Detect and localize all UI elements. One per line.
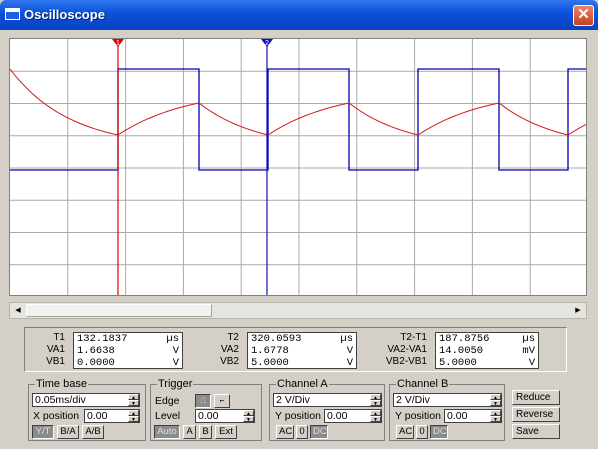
title-bar[interactable]: Oscilloscope ✕ [0,0,598,30]
channel-a-zero-button[interactable]: 0 [296,425,308,439]
channel-a-ypos-input[interactable]: 0.00 ▲ ▼ [324,409,382,423]
channel-a-ypos-label: Y position [275,410,321,422]
reverse-button[interactable]: Reverse [512,407,560,422]
measurement-panel: T1 VA1 VB1 132.1837 µs 1.6638 V 0.0000 V T2… [24,327,567,372]
dva-value: 14.0050 [439,345,484,357]
scroll-left-arrow-icon[interactable]: ◀ [10,303,26,318]
oscilloscope-window: Oscilloscope ✕ 12 ◀ ▶ T1 VA1 VB1 132.183… [0,0,598,449]
timebase-down-icon[interactable]: ▼ [128,400,139,407]
va1-unit: V [172,345,179,357]
vb2-value: 5.0000 [251,357,289,369]
channel-a-scale-select[interactable]: 2 V/Div ▲ ▼ [273,393,382,407]
cursor1-readout: T1 VA1 VB1 132.1837 µs 1.6638 V 0.0000 V [31,332,201,369]
channel-b-scale-down-icon[interactable]: ▼ [490,400,501,407]
dvb-unit: V [528,357,535,369]
t2-label: T2 [227,332,239,343]
timebase-group: Time base 0.05ms/div ▲ ▼ X position 0.00 … [28,378,146,441]
va1-value: 1.6638 [77,345,115,357]
t1-value: 132.1837 [77,333,128,345]
xpos-down-icon[interactable]: ▼ [128,416,139,423]
channel-a-ypos-value: 0.00 [327,410,348,422]
waveform-display: 12 [10,39,586,295]
difference-readout: T2-T1 VA2-VA1 VB2-VB1 187.8756 µs 14.0050… [377,332,562,369]
channel-b-zero-button[interactable]: 0 [416,425,428,439]
channel-b-ypos-down-icon[interactable]: ▼ [490,416,501,423]
level-down-icon[interactable]: ▼ [243,416,254,423]
edge-label: Edge [155,395,180,407]
xpos-input[interactable]: 0.00 ▲ ▼ [84,409,140,423]
vb1-value: 0.0000 [77,357,115,369]
channel-a-ac-button[interactable]: AC [276,425,294,439]
save-button[interactable]: Save [512,424,560,439]
rising-edge-icon[interactable]: ⎍ [195,394,211,408]
t1-label: T1 [53,332,65,343]
dt-unit: µs [522,333,535,345]
channel-b-ypos-label: Y position [395,410,441,422]
channel-b-ypos-input[interactable]: 0.00 ▲ ▼ [444,409,502,423]
va1-label: VA1 [46,344,65,355]
dvb-label: VB2-VB1 [385,356,427,367]
va2-label: VA2 [220,344,239,355]
trigger-group: Trigger Edge ⎍ ⌐ Level 0.00 ▲ ▼ Auto A B … [150,378,262,441]
trigger-legend: Trigger [157,378,194,390]
channel-a-scale-down-icon[interactable]: ▼ [370,400,381,407]
channel-a-group: Channel A 2 V/Div ▲ ▼ Y position 0.00 ▲ ▼ … [269,378,385,441]
vb2-unit: V [346,357,353,369]
ba-mode-button[interactable]: B/A [57,425,79,439]
channel-a-legend: Channel A [276,378,329,390]
vb2-label: VB2 [220,356,239,367]
channel-b-dc-button[interactable]: DC [430,425,448,439]
window-title: Oscilloscope [24,7,105,22]
channel-b-ypos-value: 0.00 [447,410,468,422]
trigger-ext-button[interactable]: Ext [215,425,237,439]
va2-value: 1.6778 [251,345,289,357]
cursor-1-label: 1 [116,40,120,47]
yt-mode-button[interactable]: Y/T [32,425,54,439]
dt-label: T2-T1 [400,332,427,343]
xpos-value: 0.00 [87,410,108,422]
reduce-button[interactable]: Reduce [512,390,560,405]
t2-unit: µs [340,333,353,345]
timebase-select[interactable]: 0.05ms/div ▲ ▼ [32,393,140,407]
trigger-auto-button[interactable]: Auto [154,425,180,439]
horizontal-scrollbar[interactable]: ◀ ▶ [9,302,587,319]
channel-b-ac-button[interactable]: AC [396,425,414,439]
oscilloscope-screen[interactable]: 12 [9,38,587,296]
dt-value: 187.8756 [439,333,490,345]
window-icon [5,8,20,20]
trigger-a-button[interactable]: A [183,425,196,439]
t1-unit: µs [166,333,179,345]
ab-mode-button[interactable]: A/B [82,425,104,439]
falling-edge-icon[interactable]: ⌐ [214,394,230,408]
dva-unit: mV [522,345,535,357]
channel-b-scale-value: 2 V/Div [396,394,430,406]
level-input[interactable]: 0.00 ▲ ▼ [195,409,255,423]
level-label: Level [155,410,181,422]
channel-a-scale-value: 2 V/Div [276,394,310,406]
cursor2-readout: T2 VA2 VB2 320.0593 µs 1.6778 V 5.0000 V [205,332,375,369]
channel-a-ypos-down-icon[interactable]: ▼ [370,416,381,423]
channel-b-scale-select[interactable]: 2 V/Div ▲ ▼ [393,393,502,407]
cursor-2-label: 2 [265,40,269,47]
channel-a-dc-button[interactable]: DC [310,425,328,439]
dva-label: VA2-VA1 [387,344,427,355]
scroll-right-arrow-icon[interactable]: ▶ [570,303,586,318]
scroll-thumb[interactable] [26,304,212,317]
vb1-unit: V [172,357,179,369]
vb1-label: VB1 [46,356,65,367]
channel-b-group: Channel B 2 V/Div ▲ ▼ Y position 0.00 ▲ ▼ … [389,378,505,441]
close-button[interactable]: ✕ [573,5,594,26]
trigger-b-button[interactable]: B [199,425,212,439]
timebase-value: 0.05ms/div [35,394,86,406]
t2-value: 320.0593 [251,333,302,345]
dvb-value: 5.0000 [439,357,477,369]
va2-unit: V [346,345,353,357]
xpos-label: X position [33,410,80,422]
level-value: 0.00 [198,410,219,422]
channel-b-legend: Channel B [396,378,450,390]
timebase-legend: Time base [35,378,88,390]
